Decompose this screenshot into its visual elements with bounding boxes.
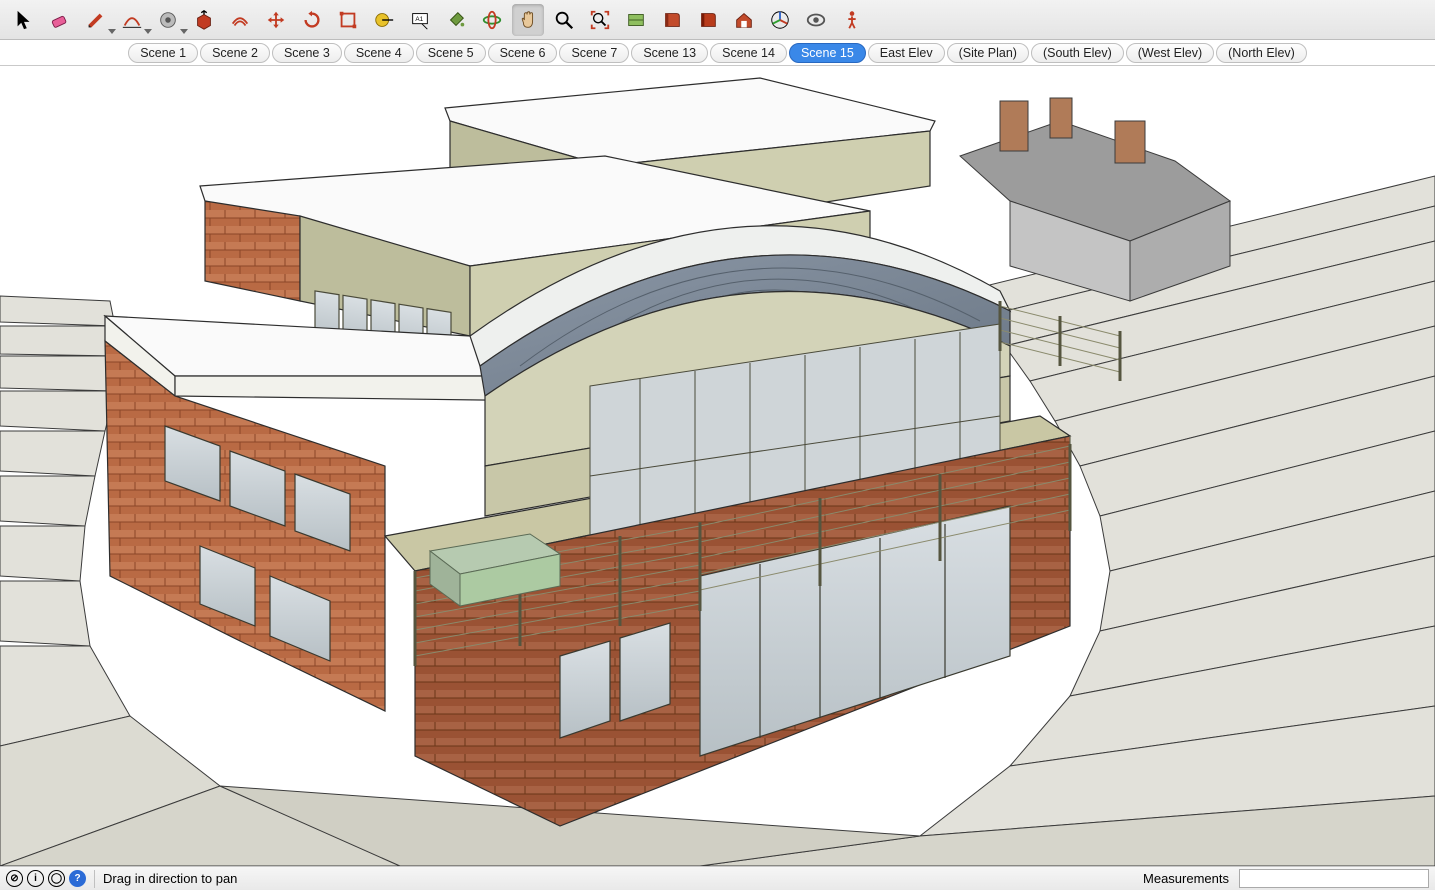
svg-text:A1: A1 bbox=[415, 15, 423, 22]
protractor-tool[interactable] bbox=[152, 4, 184, 36]
scene-tab[interactable]: (West Elev) bbox=[1126, 43, 1214, 63]
measurements-label: Measurements bbox=[1143, 871, 1229, 886]
scene-tab[interactable]: Scene 1 bbox=[128, 43, 198, 63]
measurements-input[interactable] bbox=[1239, 869, 1429, 888]
rotate-tool[interactable] bbox=[296, 4, 328, 36]
paint-bucket-tool[interactable] bbox=[440, 4, 472, 36]
scene-tab[interactable]: Scene 3 bbox=[272, 43, 342, 63]
push-pull-tool[interactable] bbox=[188, 4, 220, 36]
dropdown-caret-icon[interactable] bbox=[108, 29, 116, 34]
scene-tab[interactable]: Scene 7 bbox=[559, 43, 629, 63]
eraser-tool[interactable] bbox=[44, 4, 76, 36]
orbit-tool[interactable] bbox=[476, 4, 508, 36]
warehouse-tool[interactable] bbox=[728, 4, 760, 36]
scene-tab[interactable]: (North Elev) bbox=[1216, 43, 1307, 63]
tape-measure-tool[interactable] bbox=[368, 4, 400, 36]
scene-tab[interactable]: Scene 2 bbox=[200, 43, 270, 63]
profile-icon[interactable]: ◯ bbox=[48, 870, 65, 887]
scale-tool[interactable] bbox=[332, 4, 364, 36]
pan-tool[interactable] bbox=[512, 4, 544, 36]
outliner-tool[interactable] bbox=[656, 4, 688, 36]
status-hint: Drag in direction to pan bbox=[103, 871, 237, 886]
styles-tool[interactable] bbox=[800, 4, 832, 36]
dropdown-caret-icon[interactable] bbox=[144, 29, 152, 34]
main-toolbar: A1 bbox=[0, 0, 1435, 40]
scene-tabs-bar: Scene 1 Scene 2 Scene 3 Scene 4 Scene 5 … bbox=[0, 40, 1435, 66]
model-viewport[interactable] bbox=[0, 66, 1435, 866]
scene-tab[interactable]: East Elev bbox=[868, 43, 945, 63]
move-tool[interactable] bbox=[260, 4, 292, 36]
scene-tab[interactable]: Scene 13 bbox=[631, 43, 708, 63]
zoom-tool[interactable] bbox=[548, 4, 580, 36]
axes-tool[interactable] bbox=[764, 4, 796, 36]
scene-tab[interactable]: Scene 14 bbox=[710, 43, 787, 63]
help-icon[interactable]: ? bbox=[69, 870, 86, 887]
pencil-tool[interactable] bbox=[80, 4, 112, 36]
section-plane-tool[interactable] bbox=[620, 4, 652, 36]
arc-tool[interactable] bbox=[116, 4, 148, 36]
geolocation-icon[interactable]: ⊘ bbox=[6, 870, 23, 887]
status-icons: ⊘ i ◯ ? bbox=[6, 870, 86, 887]
scene-tab[interactable]: Scene 5 bbox=[416, 43, 486, 63]
offset-tool[interactable] bbox=[224, 4, 256, 36]
divider bbox=[94, 870, 95, 888]
text-tool[interactable]: A1 bbox=[404, 4, 436, 36]
status-bar: ⊘ i ◯ ? Drag in direction to pan Measure… bbox=[0, 866, 1435, 890]
scene-tab[interactable]: Scene 4 bbox=[344, 43, 414, 63]
walk-tool[interactable] bbox=[836, 4, 868, 36]
select-tool[interactable] bbox=[8, 4, 40, 36]
layers-tool[interactable] bbox=[692, 4, 724, 36]
scene-tab-active[interactable]: Scene 15 bbox=[789, 43, 866, 63]
dropdown-caret-icon[interactable] bbox=[180, 29, 188, 34]
scene-tab[interactable]: (South Elev) bbox=[1031, 43, 1124, 63]
zoom-extents-tool[interactable] bbox=[584, 4, 616, 36]
scene-tab[interactable]: Scene 6 bbox=[488, 43, 558, 63]
scene-tab[interactable]: (Site Plan) bbox=[947, 43, 1029, 63]
credits-icon[interactable]: i bbox=[27, 870, 44, 887]
